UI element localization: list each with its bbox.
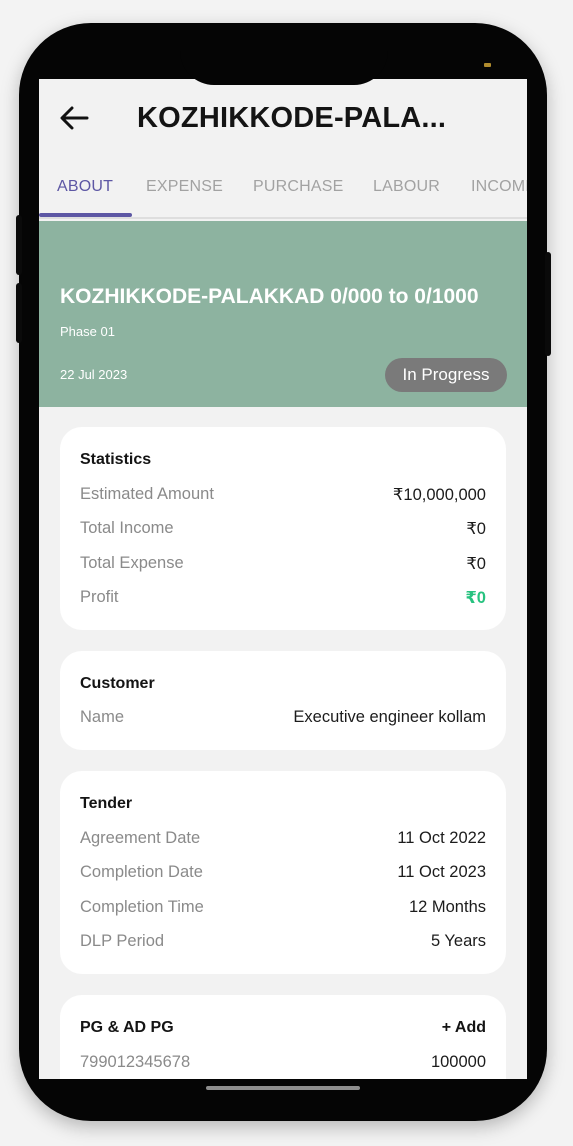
tender-row-agreement-date: Agreement Date 11 Oct 2022 — [80, 829, 486, 851]
arrow-left-icon — [60, 106, 89, 130]
stat-row-total-expense: Total Expense ₹0 — [80, 554, 486, 576]
tab-purchase[interactable]: PURCHASE — [253, 178, 344, 196]
pg-title: PG & AD PG — [80, 1019, 174, 1036]
tab-about[interactable]: ABOUT — [57, 178, 113, 196]
home-indicator[interactable] — [206, 1086, 360, 1090]
add-pg-button[interactable]: + Add — [442, 1019, 486, 1037]
statistics-card: Statistics Estimated Amount ₹10,000,000 … — [60, 427, 506, 630]
row-label: Name — [80, 708, 125, 726]
page-title: KOZHIKKODE-PALA... — [137, 102, 447, 134]
tender-row-completion-date: Completion Date 11 Oct 2023 — [80, 863, 486, 885]
row-label: Total Expense — [80, 554, 184, 572]
tender-row-completion-time: Completion Time 12 Months — [80, 898, 486, 920]
pg-card: PG & AD PG + Add 799012345678 100000 — [60, 995, 506, 1079]
stat-row-estimated-amount: Estimated Amount ₹10,000,000 — [80, 485, 486, 507]
pg-row: 799012345678 100000 — [80, 1053, 486, 1075]
row-label: Total Income — [80, 519, 174, 537]
active-tab-indicator — [39, 213, 132, 217]
tender-title: Tender — [80, 795, 133, 812]
statistics-title: Statistics — [80, 451, 152, 468]
row-value: 11 Oct 2022 — [397, 829, 486, 847]
volume-up-button — [16, 215, 22, 275]
notch — [180, 23, 388, 85]
row-label: Profit — [80, 588, 119, 606]
row-label: Estimated Amount — [80, 485, 214, 503]
row-label: 799012345678 — [80, 1053, 191, 1071]
app-bar: KOZHIKKODE-PALA... — [39, 79, 527, 165]
app-screen: KOZHIKKODE-PALA... ABOUT EXPENSE PURCHAS… — [39, 79, 527, 1079]
tab-income[interactable]: INCOME — [471, 178, 527, 196]
status-badge: In Progress — [385, 358, 507, 392]
row-value: ₹0 — [466, 520, 486, 538]
project-header: KOZHIKKODE-PALAKKAD 0/000 to 0/1000 Phas… — [39, 221, 527, 407]
tab-labour[interactable]: LABOUR — [373, 178, 440, 196]
row-value: Executive engineer kollam — [293, 708, 486, 726]
tender-row-dlp-period: DLP Period 5 Years — [80, 932, 486, 954]
row-label: Completion Date — [80, 863, 203, 881]
project-date: 22 Jul 2023 — [60, 367, 128, 382]
customer-row-name: Name Executive engineer kollam — [80, 708, 486, 730]
row-value: 100000 — [430, 1053, 486, 1071]
row-label: Completion Time — [80, 898, 204, 916]
row-value: 11 Oct 2023 — [397, 863, 486, 881]
project-title: KOZHIKKODE-PALAKKAD 0/000 to 0/1000 — [60, 285, 479, 308]
status-indicator — [484, 63, 491, 67]
row-value: ₹0 — [466, 555, 486, 573]
customer-card: Customer Name Executive engineer kollam — [60, 651, 506, 750]
project-phase: Phase 01 — [60, 324, 115, 339]
row-value: 5 Years — [430, 932, 486, 950]
power-button — [545, 252, 551, 356]
back-button[interactable] — [57, 101, 91, 135]
tab-expense[interactable]: EXPENSE — [146, 178, 223, 196]
stat-row-total-income: Total Income ₹0 — [80, 519, 486, 541]
stat-row-profit: Profit ₹0 — [80, 588, 486, 610]
volume-down-button — [16, 283, 22, 343]
tender-card: Tender Agreement Date 11 Oct 2022 Comple… — [60, 771, 506, 974]
tab-bar: ABOUT EXPENSE PURCHASE LABOUR INCOME — [39, 165, 527, 219]
row-value: ₹10,000,000 — [392, 486, 486, 504]
customer-title: Customer — [80, 675, 155, 692]
row-value: 12 Months — [408, 898, 486, 916]
row-label: Agreement Date — [80, 829, 201, 847]
profit-value: ₹0 — [465, 589, 486, 607]
row-label: DLP Period — [80, 932, 165, 950]
